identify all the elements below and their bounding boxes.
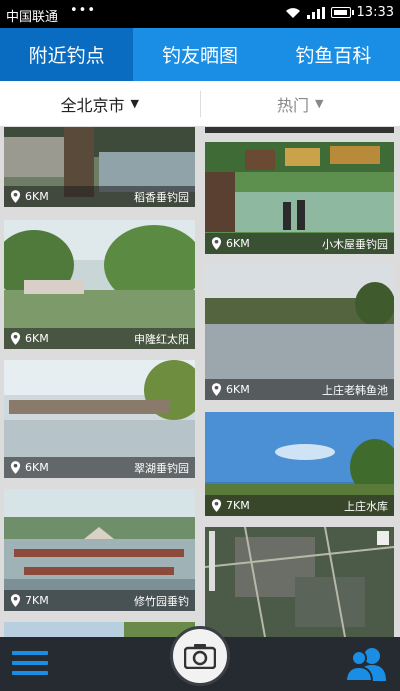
spot-card[interactable]: 6KM 稻香垂钓园	[4, 127, 195, 207]
spot-distance: 6KM	[25, 461, 49, 474]
spot-card[interactable]: 6KM 上庄老韩鱼池	[205, 264, 394, 400]
notification-dots: •••	[70, 3, 97, 18]
spot-feed[interactable]: 6KM 稻香垂钓园 6KM 申隆红太阳 6KM 翠湖垂钓园 7KM 修竹园垂钓 …	[0, 127, 400, 637]
spot-distance: 6KM	[25, 190, 49, 203]
location-pin-icon	[211, 383, 222, 396]
spot-card[interactable]	[205, 127, 394, 133]
region-dropdown[interactable]: 全北京市 ▼	[0, 81, 200, 126]
chevron-down-icon: ▼	[315, 97, 324, 110]
spot-name: 翠湖垂钓园	[134, 461, 189, 475]
camera-icon	[184, 644, 216, 669]
spot-distance: 6KM	[226, 237, 250, 250]
spot-distance: 6KM	[25, 332, 49, 345]
camera-button[interactable]	[170, 626, 230, 686]
spot-photo	[4, 622, 195, 637]
clock: 13:33	[356, 5, 394, 20]
sort-dropdown[interactable]: 热门 ▼	[201, 81, 400, 126]
spot-card[interactable]: 6KM 小木屋垂钓园	[205, 142, 394, 254]
spot-name: 上庄水库	[344, 499, 388, 513]
spot-name: 稻香垂钓园	[134, 190, 189, 204]
card-caption: 7KM 修竹园垂钓	[4, 590, 195, 611]
spot-name: 上庄老韩鱼池	[322, 383, 388, 397]
card-caption: 6KM 稻香垂钓园	[4, 186, 195, 207]
menu-icon[interactable]	[12, 651, 48, 679]
location-pin-icon	[10, 594, 21, 607]
tab-angler-photos[interactable]: 钓友晒图	[133, 28, 266, 81]
sort-label: 热门	[277, 95, 310, 115]
location-pin-icon	[211, 237, 222, 250]
location-pin-icon	[10, 461, 21, 474]
status-bar: 中国联通 ••• 13:33	[0, 0, 400, 28]
card-caption: 6KM 上庄老韩鱼池	[205, 379, 394, 400]
card-caption: 6KM 翠湖垂钓园	[4, 457, 195, 478]
region-label: 全北京市	[60, 95, 125, 115]
spot-distance: 7KM	[226, 499, 250, 512]
spot-card[interactable]	[4, 622, 195, 637]
location-pin-icon	[10, 190, 21, 203]
spot-card[interactable]: 6KM 申隆红太阳	[4, 220, 195, 349]
card-caption: 7KM 上庄水库	[205, 495, 394, 516]
signal-icon	[306, 6, 325, 19]
tab-fishing-encyclopedia[interactable]: 钓鱼百科	[267, 28, 400, 81]
spot-name: 小木屋垂钓园	[322, 237, 388, 251]
filter-bar: 全北京市 ▼ 热门 ▼	[0, 81, 400, 127]
top-tab-bar: 附近钓点 钓友晒图 钓鱼百科	[0, 28, 400, 81]
location-pin-icon	[211, 499, 222, 512]
battery-icon	[330, 7, 354, 18]
spot-card[interactable]: 7KM 上庄水库	[205, 412, 394, 516]
carrier-label: 中国联通	[6, 10, 59, 25]
card-caption: 6KM 申隆红太阳	[4, 328, 195, 349]
spot-card[interactable]: 7KM 修竹园垂钓	[4, 489, 195, 611]
satellite-map	[205, 527, 394, 637]
spot-name: 申隆红太阳	[134, 332, 189, 346]
spot-card[interactable]: 6KM 翠湖垂钓园	[4, 360, 195, 478]
chevron-down-icon: ▼	[130, 97, 139, 110]
map-card[interactable]	[205, 527, 394, 637]
wifi-icon	[285, 7, 300, 18]
spot-distance: 7KM	[25, 594, 49, 607]
friends-icon	[344, 648, 386, 682]
card-caption: 6KM 小木屋垂钓园	[205, 233, 394, 254]
tab-nearby-spots[interactable]: 附近钓点	[0, 28, 134, 81]
location-pin-icon	[10, 332, 21, 345]
spot-distance: 6KM	[226, 383, 250, 396]
spot-name: 修竹园垂钓	[134, 594, 189, 608]
friends-button[interactable]	[344, 645, 390, 683]
